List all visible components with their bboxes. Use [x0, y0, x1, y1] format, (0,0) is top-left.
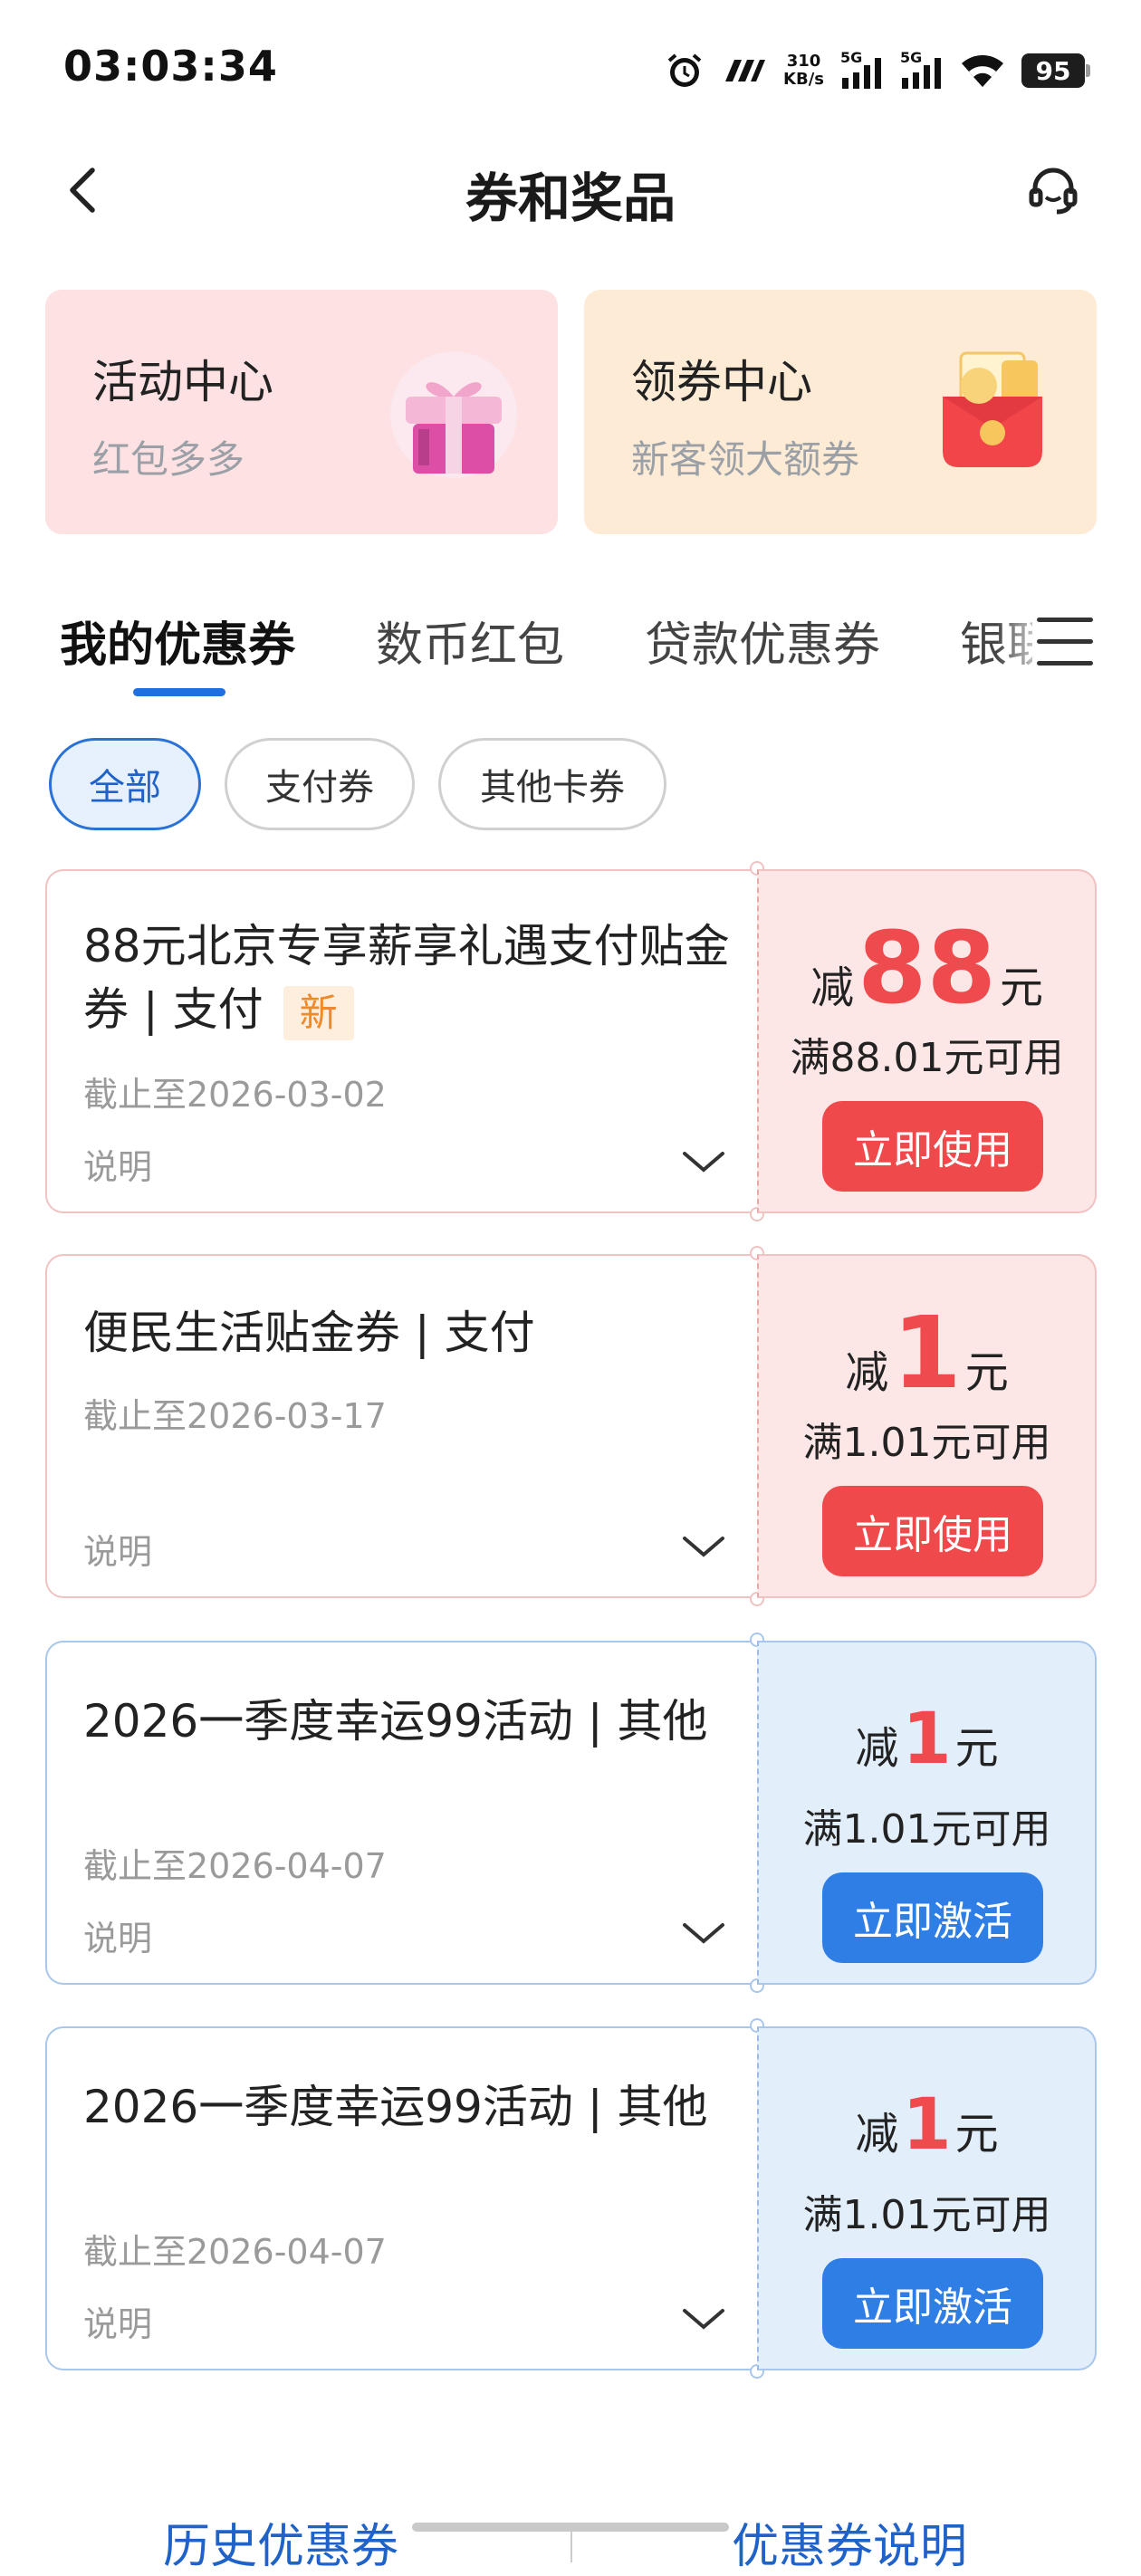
tab-loan-coupons[interactable]: 贷款优惠券: [645, 607, 880, 675]
coupon-title-text: 88元北京专享薪享礼遇支付贴金券 | 支付: [83, 920, 730, 1036]
coupon-card: 便民生活贴金券 | 支付 截止至2026-03-17 说明 减1元 满1.01元…: [45, 1246, 1097, 1606]
chevron-down-icon[interactable]: [681, 1920, 726, 1947]
coupon-description-toggle[interactable]: 说明: [83, 1139, 152, 1189]
coupon-title: 2026一季度幸运99活动 | 其他: [83, 2081, 708, 2133]
coupon-value-panel: 减 88 元 满88.01元可用 立即使用: [757, 869, 1097, 1213]
amount-prefix: 减: [855, 1723, 899, 1774]
amount-unit: 元: [1000, 962, 1044, 1013]
coupon-card: 2026一季度幸运99活动 | 其他 截止至2026-04-07 说明 减1元 …: [45, 2018, 1097, 2379]
sim2-label: 5G: [900, 49, 923, 66]
chevron-down-icon[interactable]: [681, 2305, 726, 2332]
chevron-down-icon[interactable]: [681, 1533, 726, 1560]
coupon-info: 便民生活贴金券 | 支付 截止至2026-03-17 说明: [45, 1254, 757, 1598]
filter-payment-coupons[interactable]: 支付券: [225, 738, 415, 830]
net-speed-value: 310: [786, 52, 821, 71]
filter-other-card-coupons[interactable]: 其他卡券: [438, 738, 666, 830]
usage-threshold: 满1.01元可用: [802, 2192, 1051, 2238]
coupon-value-panel: 减1元 满1.01元可用 立即激活: [757, 2026, 1097, 2370]
amount-unit: 元: [954, 1723, 999, 1774]
use-now-button[interactable]: 立即使用: [822, 1101, 1043, 1192]
sim1-label: 5G: [840, 49, 863, 66]
discount-amount: 减 88 元: [759, 918, 1095, 1018]
amount-value: 88: [857, 910, 997, 1026]
carrier-logo-icon: [722, 54, 767, 87]
coupon-help-link[interactable]: 优惠券说明: [732, 2508, 967, 2576]
wifi-icon: [960, 53, 1005, 89]
coupon-expiry: 截止至2026-03-02: [83, 1075, 387, 1115]
net-speed-unit: KB/s: [783, 70, 824, 89]
coupon-expiry: 截止至2026-04-07: [83, 1846, 387, 1886]
discount-amount: 减1元: [759, 1303, 1095, 1403]
coupon-expiry: 截止至2026-04-07: [83, 2232, 387, 2272]
coupon-card: 2026一季度幸运99活动 | 其他 截止至2026-04-07 说明 减1元 …: [45, 1633, 1097, 1993]
coupon-info: 2026一季度幸运99活动 | 其他 截止至2026-04-07 说明: [45, 1641, 757, 1985]
amount-prefix: 减: [855, 2109, 899, 2159]
red-envelope-icon: [943, 351, 1042, 467]
headset-icon: [1029, 168, 1078, 215]
gift-box-icon: [390, 351, 517, 478]
home-indicator[interactable]: [412, 2523, 729, 2532]
amount-value: 1: [902, 1699, 952, 1780]
new-badge: 新: [283, 985, 354, 1040]
coupon-description-toggle[interactable]: 说明: [83, 1910, 152, 1960]
signal-icon-sim2: 5G: [900, 49, 944, 91]
use-now-button[interactable]: 立即使用: [822, 1486, 1043, 1576]
signal-icon-sim1: 5G: [840, 49, 884, 91]
discount-amount: 减1元: [759, 1704, 1095, 1776]
coupon-value-panel: 减1元 满1.01元可用 立即激活: [757, 1641, 1097, 1985]
amount-unit: 元: [964, 1347, 1009, 1398]
amount-unit: 元: [954, 2109, 999, 2159]
amount-prefix: 减: [845, 1347, 889, 1398]
coupon-info: 88元北京专享薪享礼遇支付贴金券 | 支付新 截止至2026-03-02 说明: [45, 869, 757, 1213]
coupon-info: 2026一季度幸运99活动 | 其他 截止至2026-04-07 说明: [45, 2026, 757, 2370]
active-tab-indicator: [133, 688, 225, 696]
status-time: 03:03:34: [63, 42, 278, 91]
amount-value: 1: [892, 1295, 962, 1411]
discount-amount: 减1元: [759, 2090, 1095, 2161]
customer-service-button[interactable]: [1021, 158, 1085, 222]
status-icons: 310 KB/s 5G 5G 95: [664, 45, 1090, 96]
chevron-down-icon[interactable]: [681, 1148, 726, 1175]
coupon-title: 便民生活贴金券 | 支付: [83, 1307, 535, 1359]
tab-digital-currency-red-packet[interactable]: 数币红包: [376, 607, 564, 675]
coupon-card: 88元北京专享薪享礼遇支付贴金券 | 支付新 截止至2026-03-02 说明 …: [45, 861, 1097, 1221]
amount-value: 1: [902, 2084, 952, 2166]
usage-threshold: 满88.01元可用: [790, 1035, 1064, 1081]
header: 券和奖品: [0, 136, 1141, 244]
activate-now-button[interactable]: 立即激活: [822, 1872, 1043, 1963]
coupon-description-toggle[interactable]: 说明: [83, 2296, 152, 2346]
activity-center-card[interactable]: 活动中心 红包多多: [45, 290, 558, 534]
coupon-center-card[interactable]: 领券中心 新客领大额券: [584, 290, 1097, 534]
battery-indicator: 95: [1021, 53, 1090, 88]
page-title: 券和奖品: [465, 168, 676, 229]
coupon-value-panel: 减1元 满1.01元可用 立即使用: [757, 1254, 1097, 1598]
coupon-title: 2026一季度幸运99活动 | 其他: [83, 1695, 708, 1748]
footer-divider: [570, 2526, 572, 2562]
usage-threshold: 满1.01元可用: [802, 1420, 1051, 1466]
menu-icon[interactable]: [1037, 618, 1093, 674]
coupon-description-toggle[interactable]: 说明: [83, 1524, 152, 1574]
coupon-expiry: 截止至2026-03-17: [83, 1396, 387, 1436]
status-bar: 03:03:34 310 KB/s 5G 5G 95: [0, 0, 1141, 136]
coupon-title: 88元北京专享薪享礼遇支付贴金券 | 支付新: [83, 915, 735, 1041]
tab-my-coupons[interactable]: 我的优惠券: [60, 607, 295, 675]
alarm-icon: [664, 50, 705, 91]
amount-prefix: 减: [810, 962, 854, 1013]
coupon-category-tabs: 我的优惠券 数币红包 贷款优惠券 银联: [0, 598, 1141, 706]
usage-threshold: 满1.01元可用: [802, 1806, 1051, 1853]
filter-all[interactable]: 全部: [49, 738, 201, 830]
history-coupons-link[interactable]: 历史优惠券: [163, 2508, 398, 2576]
network-speed: 310 KB/s: [783, 53, 824, 89]
activate-now-button[interactable]: 立即激活: [822, 2258, 1043, 2349]
